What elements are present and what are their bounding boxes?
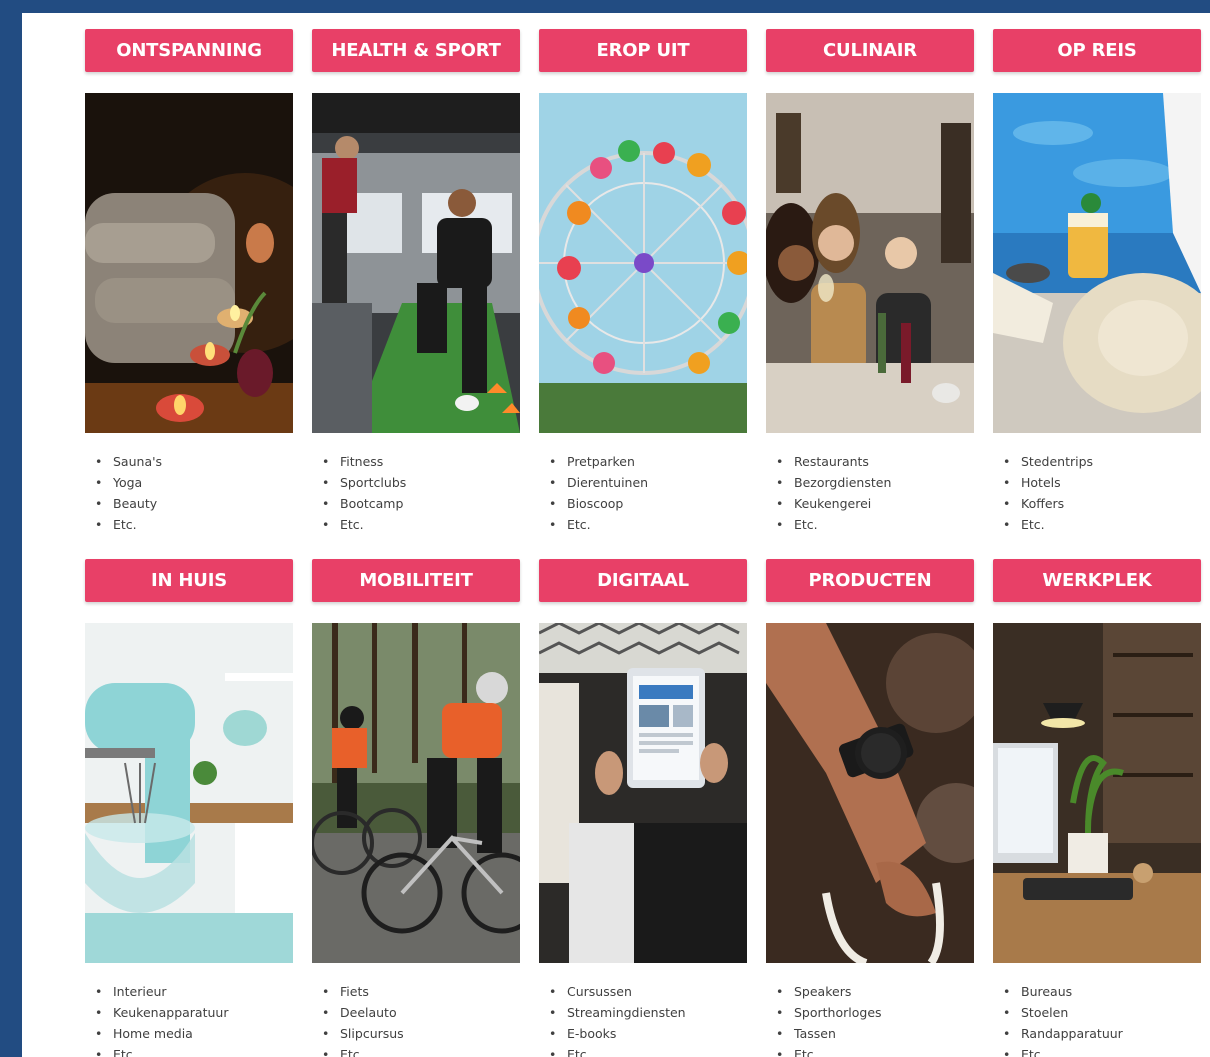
health-sport-photo[interactable] xyxy=(312,93,520,433)
mobiliteit-button[interactable]: MOBILITEIT xyxy=(312,559,520,602)
list-item: Slipcursus xyxy=(322,1023,404,1044)
list-item: Keukenapparatuur xyxy=(95,1002,228,1023)
digitaal-list: Cursussen Streamingdiensten E-books Etc. xyxy=(549,981,686,1057)
list-item: Bureaus xyxy=(1003,981,1123,1002)
desk-workspace-image xyxy=(993,623,1201,963)
list-item: Deelauto xyxy=(322,1002,404,1023)
list-item: Etc. xyxy=(95,1044,228,1057)
op-reis-photo[interactable] xyxy=(993,93,1201,433)
ontspanning-photo[interactable] xyxy=(85,93,293,433)
digitaal-photo[interactable] xyxy=(539,623,747,963)
list-item: Keukengerei xyxy=(776,493,891,514)
culinair-button[interactable]: CULINAIR xyxy=(766,29,974,72)
list-item: Restaurants xyxy=(776,451,891,472)
list-item: Etc. xyxy=(322,514,406,535)
list-item: Randapparatuur xyxy=(1003,1023,1123,1044)
in-huis-button[interactable]: IN HUIS xyxy=(85,559,293,602)
category-card-in-huis: IN HUIS Interieur Keukenapparatuur H xyxy=(85,559,293,1057)
culinair-photo[interactable] xyxy=(766,93,974,433)
health-sport-button[interactable]: HEALTH & SPORT xyxy=(312,29,520,72)
health-sport-list: Fitness Sportclubs Bootcamp Etc. xyxy=(322,451,406,535)
list-item: Etc. xyxy=(1003,1044,1123,1057)
list-item: Etc. xyxy=(549,1044,686,1057)
stand-mixer-image xyxy=(85,623,293,963)
category-card-ontspanning: ONTSPANNING Sauna's Yoga xyxy=(85,29,293,532)
mobiliteit-photo[interactable] xyxy=(312,623,520,963)
list-item: Etc. xyxy=(95,514,162,535)
op-reis-button[interactable]: OP REIS xyxy=(993,29,1201,72)
pool-hat-cocktail-image xyxy=(993,93,1201,433)
list-item: Streamingdiensten xyxy=(549,1002,686,1023)
list-item: Fiets xyxy=(322,981,404,1002)
list-item: Etc. xyxy=(1003,514,1093,535)
ferris-wheel-image xyxy=(539,93,747,433)
list-item: Sporthorloges xyxy=(776,1002,882,1023)
list-item: Home media xyxy=(95,1023,228,1044)
category-panel: ONTSPANNING Sauna's Yoga xyxy=(22,13,1210,1057)
in-huis-photo[interactable] xyxy=(85,623,293,963)
list-item: Etc. xyxy=(322,1044,404,1057)
in-huis-list: Interieur Keukenapparatuur Home media Et… xyxy=(95,981,228,1057)
producten-button[interactable]: PRODUCTEN xyxy=(766,559,974,602)
werkplek-photo[interactable] xyxy=(993,623,1201,963)
list-item: Koffers xyxy=(1003,493,1093,514)
list-item: Fitness xyxy=(322,451,406,472)
list-item: Interieur xyxy=(95,981,228,1002)
list-item: Sportclubs xyxy=(322,472,406,493)
category-card-erop-uit: EROP UIT • Pretparken • Dierentuinen • B… xyxy=(539,29,747,532)
category-card-producten: PRODUCTEN Speakers Sporthorloges Tassen … xyxy=(766,559,974,1057)
tablet-reading-image xyxy=(539,623,747,963)
erop-uit-button[interactable]: EROP UIT xyxy=(539,29,747,72)
category-card-op-reis: OP REIS Stedentrips Hotels Koffers xyxy=(993,29,1201,532)
list-item: Bezorgdiensten xyxy=(776,472,891,493)
ontspanning-button[interactable]: ONTSPANNING xyxy=(85,29,293,72)
producten-list: Speakers Sporthorloges Tassen Etc. xyxy=(776,981,882,1057)
list-item: Speakers xyxy=(776,981,882,1002)
werkplek-button[interactable]: WERKPLEK xyxy=(993,559,1201,602)
list-item: Pretparken xyxy=(549,451,648,472)
erop-uit-list: Pretparken Dierentuinen Bioscoop Etc. xyxy=(549,451,648,535)
list-item: E-books xyxy=(549,1023,686,1044)
list-item: Hotels xyxy=(1003,472,1093,493)
list-item: Sauna's xyxy=(95,451,162,472)
list-item: Dierentuinen xyxy=(549,472,648,493)
culinair-list: Restaurants Bezorgdiensten Keukengerei E… xyxy=(776,451,891,535)
list-item: Tassen xyxy=(776,1023,882,1044)
mobiliteit-list: Fiets Deelauto Slipcursus Etc. xyxy=(322,981,404,1057)
erop-uit-photo[interactable] xyxy=(539,93,747,433)
list-item: Bootcamp xyxy=(322,493,406,514)
cyclists-forest-image xyxy=(312,623,520,963)
ontspanning-list: Sauna's Yoga Beauty Etc. xyxy=(95,451,162,535)
op-reis-list: Stedentrips Hotels Koffers Etc. xyxy=(1003,451,1093,535)
category-card-culinair: CULINAIR Restaurants xyxy=(766,29,974,532)
watch-wrist-image xyxy=(766,623,974,963)
list-item: Stoelen xyxy=(1003,1002,1123,1023)
spa-towels-candles-image xyxy=(85,93,293,433)
list-item: Yoga xyxy=(95,472,162,493)
digitaal-button[interactable]: DIGITAAL xyxy=(539,559,747,602)
list-item: Beauty xyxy=(95,493,162,514)
category-card-health-sport: HEALTH & SPORT • Fitness • Sportclubs • … xyxy=(312,29,520,532)
category-card-mobiliteit: MOBILITEIT • Fiets • Deelauto • Slipcurs… xyxy=(312,559,520,1057)
werkplek-list: Bureaus Stoelen Randapparatuur Etc. xyxy=(1003,981,1123,1057)
producten-photo[interactable] xyxy=(766,623,974,963)
list-item: Cursussen xyxy=(549,981,686,1002)
list-item: Etc. xyxy=(776,1044,882,1057)
list-item: Bioscoop xyxy=(549,493,648,514)
gym-training-image xyxy=(312,93,520,433)
list-item: Etc. xyxy=(776,514,891,535)
category-card-digitaal: DIGITAAL Cur xyxy=(539,559,747,1057)
list-item: Etc. xyxy=(549,514,648,535)
list-item: Stedentrips xyxy=(1003,451,1093,472)
dinner-party-image xyxy=(766,93,974,433)
category-card-werkplek: WERKPLEK Bureaus Stoelen Ra xyxy=(993,559,1201,1057)
